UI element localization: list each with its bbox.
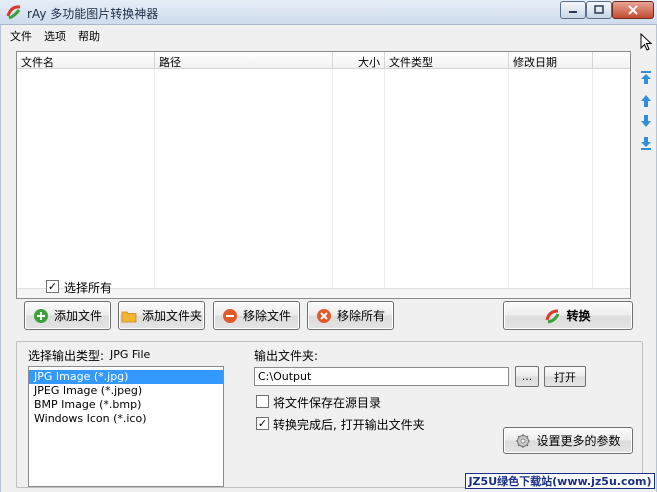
- move-down-button[interactable]: [638, 113, 654, 129]
- move-down-icon: [641, 115, 651, 127]
- column-divider: [509, 69, 593, 288]
- add-folder-label: 添加文件夹: [141, 309, 202, 323]
- open-after-label: 转换完成后, 打开输出文件夹: [273, 418, 425, 432]
- client-area: 文件 选项 帮助 文件名 路径 大小 文件类型 修改日期 ✓ 选择所有 添加文件…: [0, 25, 657, 492]
- file-list[interactable]: 文件名 路径 大小 文件类型 修改日期: [16, 51, 631, 299]
- remove-file-button[interactable]: 移除文件: [213, 301, 300, 330]
- mouse-cursor-icon: [640, 33, 653, 51]
- convert-label: 转换: [566, 309, 591, 323]
- column-filetype[interactable]: 文件类型: [385, 52, 509, 69]
- move-top-icon: [641, 71, 651, 84]
- move-bottom-button[interactable]: [638, 135, 654, 151]
- close-button[interactable]: [612, 1, 654, 19]
- column-modified[interactable]: 修改日期: [509, 52, 593, 69]
- column-divider: [333, 69, 385, 288]
- select-all-label: 选择所有: [64, 281, 113, 295]
- output-type-value: JPG File: [110, 348, 151, 361]
- maximize-button[interactable]: [586, 1, 612, 19]
- remove-file-label: 移除文件: [242, 309, 291, 323]
- format-item-jpg[interactable]: JPG Image (*.jpg): [29, 370, 223, 384]
- output-format-list[interactable]: JPG Image (*.jpg) JPEG Image (*.jpeg) BM…: [28, 366, 224, 487]
- folder-icon: [121, 311, 137, 322]
- open-folder-button[interactable]: 打开: [544, 366, 586, 387]
- menu-bar: 文件 选项 帮助: [1, 25, 656, 45]
- minimize-icon: [569, 11, 577, 13]
- column-path[interactable]: 路径: [155, 52, 333, 69]
- add-file-button[interactable]: 添加文件: [24, 301, 111, 330]
- menu-help[interactable]: 帮助: [72, 25, 106, 45]
- more-params-label: 设置更多的参数: [536, 434, 621, 448]
- title-bar: rAy 多功能图片转换神器: [0, 0, 657, 25]
- app-logo-icon: [6, 5, 21, 20]
- move-bottom-icon: [641, 137, 651, 150]
- keep-source-dir-label: 将文件保存在源目录: [273, 396, 382, 410]
- column-filename[interactable]: 文件名: [17, 52, 155, 69]
- keep-source-dir-checkbox[interactable]: [256, 395, 269, 408]
- move-top-button[interactable]: [638, 70, 654, 86]
- remove-icon: [222, 308, 237, 323]
- more-params-button[interactable]: 设置更多的参数: [503, 427, 633, 454]
- checkmark-icon: ✓: [257, 417, 268, 430]
- output-folder-input[interactable]: [254, 367, 509, 386]
- format-item-jpeg[interactable]: JPEG Image (*.jpeg): [29, 384, 223, 398]
- format-item-bmp[interactable]: BMP Image (*.bmp): [29, 398, 223, 412]
- add-folder-button[interactable]: 添加文件夹: [118, 301, 205, 330]
- browse-button[interactable]: ...: [515, 366, 539, 387]
- output-folder-label: 输出文件夹:: [254, 349, 319, 363]
- select-all-checkbox[interactable]: ✓: [46, 280, 59, 293]
- open-after-checkbox[interactable]: ✓: [256, 417, 269, 430]
- move-up-icon: [641, 95, 651, 107]
- minimize-button[interactable]: [560, 1, 586, 19]
- column-divider: [17, 69, 155, 288]
- file-list-header: 文件名 路径 大小 文件类型 修改日期: [17, 52, 630, 69]
- maximize-icon: [594, 5, 604, 14]
- window-title: rAy 多功能图片转换神器: [27, 7, 159, 21]
- remove-all-label: 移除所有: [336, 309, 385, 323]
- add-icon: [33, 308, 48, 323]
- remove-all-icon: [316, 308, 331, 323]
- add-file-label: 添加文件: [53, 309, 102, 323]
- site-watermark: JZ5U绿色下载站(www.jz5u.com): [465, 473, 655, 489]
- menu-options[interactable]: 选项: [38, 25, 72, 45]
- convert-button[interactable]: 转换: [503, 301, 633, 330]
- output-type-label: 选择输出类型:: [28, 349, 105, 363]
- column-divider: [385, 69, 509, 288]
- convert-icon: [546, 309, 560, 323]
- close-icon: [628, 5, 638, 15]
- checkmark-icon: ✓: [47, 280, 58, 293]
- move-up-button[interactable]: [638, 93, 654, 109]
- column-divider: [155, 69, 333, 288]
- remove-all-button[interactable]: 移除所有: [307, 301, 394, 330]
- gear-icon: [516, 433, 531, 448]
- menu-file[interactable]: 文件: [1, 25, 38, 45]
- format-item-ico[interactable]: Windows Icon (*.ico): [29, 412, 223, 426]
- column-size[interactable]: 大小: [333, 52, 385, 69]
